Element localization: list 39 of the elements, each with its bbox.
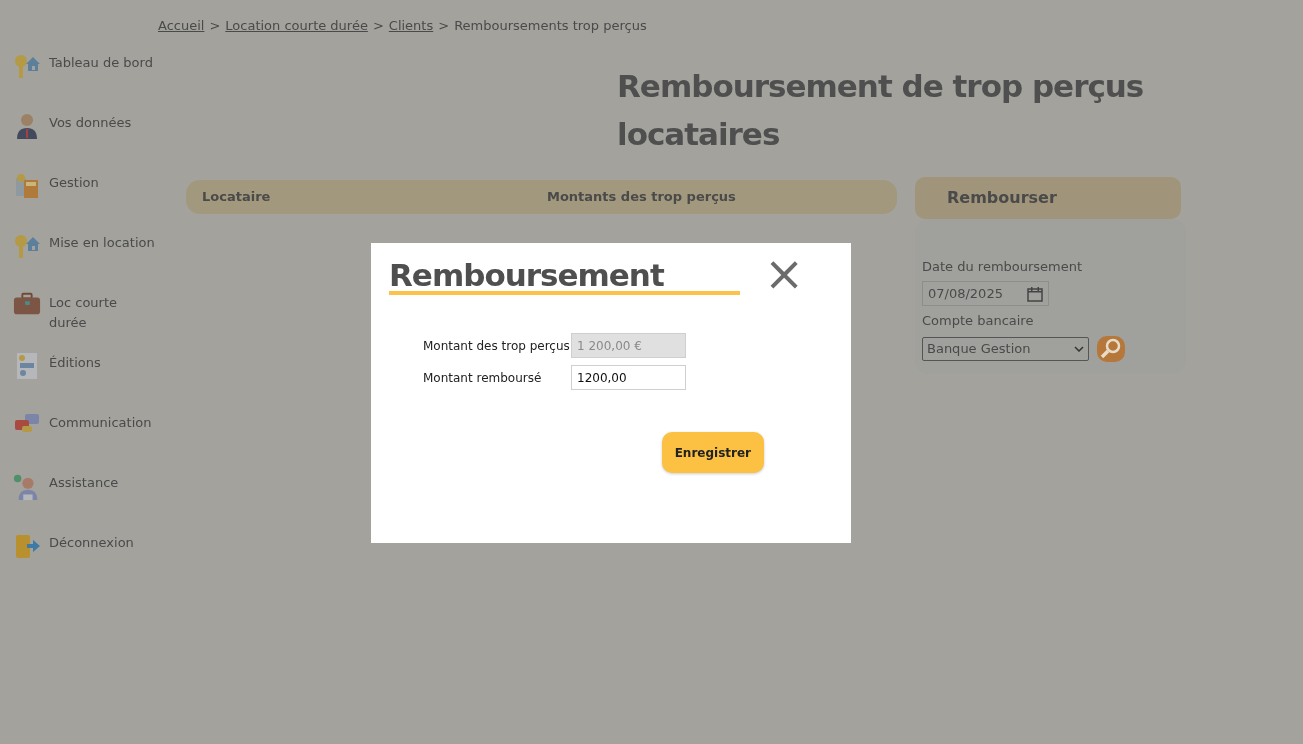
sidebar-item[interactable]: Déconnexion [49,532,134,553]
sidebar-item[interactable]: Vos données [49,112,132,133]
key-house-icon [13,232,41,260]
breadcrumb-link[interactable]: Accueil [158,16,205,36]
column-header: Locataire [201,187,272,206]
sidebar-item[interactable]: Loc courte durée [49,292,158,332]
panel-header: Rembourser [915,176,1181,219]
column-header: Montants des trop perçus [547,187,736,206]
save-button[interactable]: Enregistrer [661,432,764,473]
calendar-icon[interactable] [1027,285,1043,302]
sidebar-item[interactable]: Mise en location [49,232,155,253]
field-label: Montant remboursé [423,369,543,387]
close-button[interactable]: × [764,251,805,295]
search-icon[interactable] [1097,335,1125,362]
account-select[interactable]: Banque Gestion [922,336,1089,361]
breadcrumb-separator: > [209,17,221,35]
date-field[interactable]: 07/08/2025 [922,281,1049,306]
sidebar-item[interactable]: Communication [49,412,152,433]
sidebar-item[interactable]: Assistance [49,472,119,493]
field-label: Date du remboursement [922,257,1084,276]
sidebar-item[interactable]: Tableau de bord [49,52,153,73]
suitcase-icon [13,292,41,316]
sidebar-item[interactable]: Gestion [49,172,99,193]
report-icon [15,352,39,380]
breadcrumb-link[interactable]: Clients [388,16,434,36]
breadcrumb-link[interactable]: Location courte durée [225,16,368,36]
breadcrumb-separator: > [438,17,450,35]
exit-door-icon [13,532,41,560]
breadcrumb-separator: > [372,17,384,35]
calculator-icon [13,172,41,200]
key-house-icon [13,52,41,80]
page-title: Remboursement de trop perçus locataires [617,66,1145,154]
field-label: Compte bancaire [922,312,1035,330]
modal-title: Remboursement [389,259,740,295]
amount-field[interactable]: 1200,00 [571,365,686,390]
chevron-down-icon [1074,345,1084,352]
breadcrumb-current: Remboursements trop perçus [454,17,647,35]
sidebar-item[interactable]: Éditions [49,352,101,373]
field-label: Montant des trop perçus [423,337,571,355]
